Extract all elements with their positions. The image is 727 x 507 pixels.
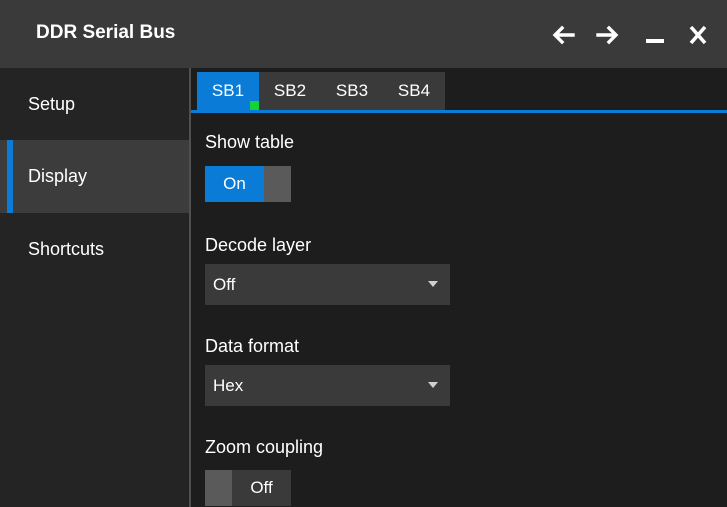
data-format-label: Data format — [205, 336, 300, 356]
settings-panel: SB1 SB2 SB3 SB4 Show table On Decode lay… — [191, 68, 727, 507]
forward-arrow-icon[interactable] — [591, 18, 625, 52]
tab-underline — [191, 110, 727, 113]
toggle-knob — [264, 166, 291, 202]
tab-sb3[interactable]: SB3 — [321, 72, 383, 110]
select-value: Hex — [213, 376, 244, 395]
chevron-down-icon — [428, 281, 438, 287]
tab-label: SB2 — [273, 81, 307, 100]
sidebar-item-label: Shortcuts — [28, 239, 105, 259]
toggle-value: On — [205, 166, 264, 202]
sidebar-item-label: Display — [28, 166, 88, 186]
zoom-coupling-toggle[interactable]: Off — [205, 470, 291, 506]
minimize-icon[interactable] — [638, 18, 672, 52]
back-arrow-icon[interactable] — [546, 18, 580, 52]
title-bar: DDR Serial Bus — [0, 0, 727, 68]
sidebar: Setup Display Shortcuts — [0, 68, 189, 507]
toggle-value: Off — [232, 470, 291, 506]
toggle-knob — [205, 470, 232, 506]
chevron-down-icon — [428, 382, 438, 388]
sidebar-item-setup[interactable]: Setup — [0, 68, 189, 141]
zoom-coupling-label: Zoom coupling — [205, 437, 324, 457]
active-indicator-icon — [250, 101, 259, 110]
window-title: DDR Serial Bus — [36, 22, 176, 43]
sidebar-item-shortcuts[interactable]: Shortcuts — [0, 213, 189, 286]
tab-label: SB4 — [397, 81, 431, 100]
decode-layer-label: Decode layer — [205, 235, 312, 255]
tab-label: SB1 — [211, 81, 245, 100]
tab-sb2[interactable]: SB2 — [259, 72, 321, 110]
decode-layer-select[interactable]: Off — [205, 264, 450, 305]
select-value: Off — [213, 275, 236, 294]
sidebar-item-label: Setup — [28, 94, 76, 114]
show-table-label: Show table — [205, 132, 295, 152]
close-icon[interactable] — [681, 18, 715, 52]
show-table-toggle[interactable]: On — [205, 166, 291, 202]
tab-bar: SB1 SB2 SB3 SB4 — [191, 68, 727, 113]
tab-sb1[interactable]: SB1 — [197, 72, 259, 110]
tab-label: SB3 — [335, 81, 369, 100]
tab-sb4[interactable]: SB4 — [383, 72, 445, 110]
data-format-select[interactable]: Hex — [205, 365, 450, 406]
sidebar-item-display[interactable]: Display — [0, 140, 189, 213]
